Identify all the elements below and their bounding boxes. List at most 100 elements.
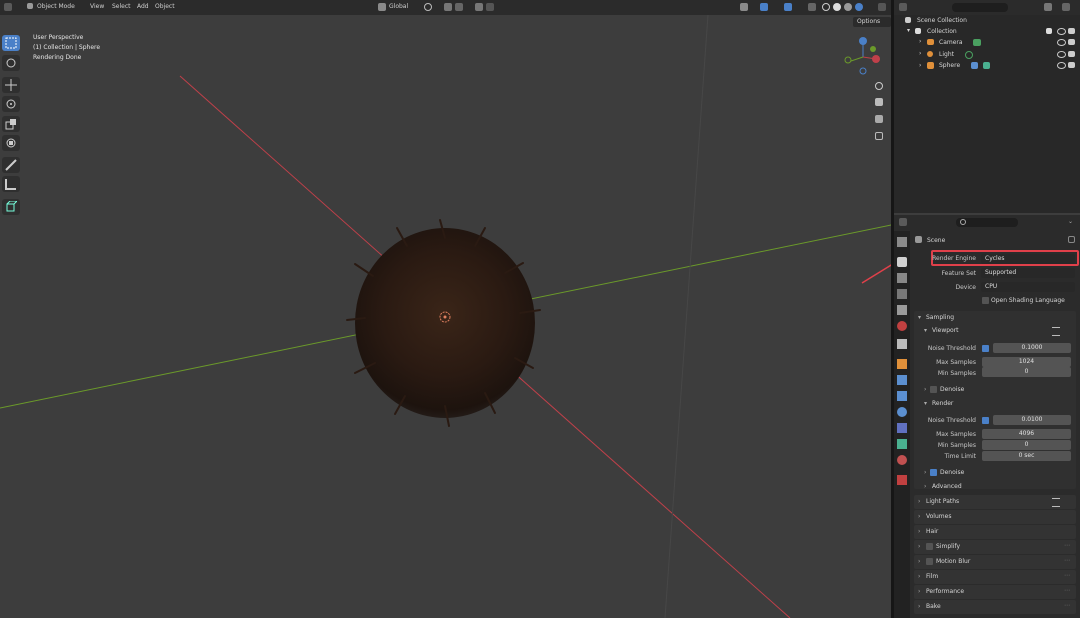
presets-list-icon[interactable]: [1052, 498, 1060, 507]
render-max-samples-field[interactable]: 4096: [982, 429, 1071, 439]
gizmo-toggle-icon[interactable]: [760, 3, 768, 11]
modifiers-tab-icon[interactable]: [897, 375, 907, 385]
zoom-icon[interactable]: [875, 82, 883, 90]
filter-icon[interactable]: [1044, 3, 1052, 11]
volumes-panel[interactable]: › Volumes: [914, 510, 1076, 524]
outliner-item-light[interactable]: Light: [939, 51, 954, 58]
performance-panel[interactable]: › Performance ⋯: [914, 585, 1076, 599]
expand-arrow[interactable]: ▾: [907, 27, 910, 34]
render-expand-arrow[interactable]: ▾: [924, 400, 927, 407]
overlay-toggle-icon[interactable]: [784, 3, 792, 11]
particle-system-icon[interactable]: [971, 62, 978, 69]
device-dropdown[interactable]: CPU: [981, 282, 1075, 292]
material-tab-icon[interactable]: [897, 455, 907, 465]
viewport-noise-threshold-field[interactable]: 0.1000: [993, 343, 1071, 353]
shading-wireframe-icon[interactable]: [822, 3, 830, 11]
texture-tab-icon[interactable]: [897, 475, 907, 485]
transform-orientation-dropdown[interactable]: Global: [389, 3, 408, 10]
outliner-scene-collection[interactable]: Scene Collection: [917, 17, 967, 24]
render-noise-threshold-field[interactable]: 0.0100: [993, 415, 1071, 425]
viewport-noise-threshold-checkbox[interactable]: [982, 345, 989, 352]
osl-checkbox[interactable]: [982, 297, 989, 304]
viewport-max-samples-field[interactable]: 1024: [982, 357, 1071, 367]
exclude-checkbox-icon[interactable]: [1046, 28, 1052, 34]
simplify-panel[interactable]: › Simplify ⋯: [914, 540, 1076, 554]
advanced-expand-arrow[interactable]: ›: [924, 483, 926, 490]
render-camera-icon[interactable]: [1068, 39, 1075, 45]
drag-handle-icon[interactable]: ⋯: [1064, 587, 1070, 594]
light-data-icon[interactable]: [965, 51, 973, 59]
viewport-denoise-expand-arrow[interactable]: ›: [924, 386, 926, 393]
pan-hand-icon[interactable]: [875, 98, 883, 106]
viewport-expand-arrow[interactable]: ▾: [924, 327, 927, 334]
feature-set-dropdown[interactable]: Supported: [981, 268, 1075, 278]
drag-handle-icon[interactable]: ⋯: [1064, 542, 1070, 549]
render-tab-icon[interactable]: [897, 257, 907, 267]
constraints-tab-icon[interactable]: [897, 423, 907, 433]
bake-panel[interactable]: › Bake ⋯: [914, 600, 1076, 614]
3d-viewport[interactable]: User Perspective (1) Collection | Sphere…: [0, 15, 891, 618]
render-camera-icon[interactable]: [1068, 62, 1075, 68]
menu-add[interactable]: Add: [137, 3, 149, 10]
menu-object[interactable]: Object: [155, 3, 175, 10]
scale-tool[interactable]: [2, 116, 20, 132]
outliner-editor-icon[interactable]: [899, 3, 907, 11]
scene-tab-icon[interactable]: [897, 305, 907, 315]
view-layer-tab-icon[interactable]: [897, 289, 907, 299]
shading-rendered-icon[interactable]: [855, 3, 863, 11]
navigation-gizmo[interactable]: [843, 37, 883, 77]
film-panel[interactable]: › Film ⋯: [914, 570, 1076, 584]
camera-data-icon[interactable]: [973, 39, 981, 46]
menu-select[interactable]: Select: [112, 3, 131, 10]
viewport-denoise-label[interactable]: Denoise: [940, 386, 964, 393]
particles-tab-icon[interactable]: [897, 391, 907, 401]
collection-tab-icon[interactable]: [897, 339, 907, 349]
new-collection-icon[interactable]: [1062, 3, 1070, 11]
camera-view-icon[interactable]: [875, 115, 883, 123]
render-denoise-expand-arrow[interactable]: ›: [924, 469, 926, 476]
proportional-edit-icon[interactable]: [475, 3, 483, 11]
shading-solid-icon[interactable]: [833, 3, 841, 11]
eye-icon[interactable]: [1057, 62, 1066, 69]
eye-icon[interactable]: [1057, 39, 1066, 46]
outliner-item-sphere[interactable]: Sphere: [939, 62, 960, 69]
outliner-item-collection[interactable]: Collection: [927, 28, 957, 35]
world-tab-icon[interactable]: [897, 321, 907, 331]
visibility-icon[interactable]: [740, 3, 748, 11]
shading-material-icon[interactable]: [844, 3, 852, 11]
render-denoise-label[interactable]: Denoise: [940, 469, 964, 476]
drag-handle-icon[interactable]: ⋯: [1064, 557, 1070, 564]
viewport-subpanel-header[interactable]: Viewport: [932, 327, 959, 334]
move-tool[interactable]: [2, 77, 20, 93]
motion-blur-panel[interactable]: › Motion Blur ⋯: [914, 555, 1076, 569]
rotate-tool[interactable]: [2, 96, 20, 112]
xray-icon[interactable]: [808, 3, 816, 11]
chevron-down-icon[interactable]: ⌄: [1068, 218, 1073, 225]
hair-panel[interactable]: › Hair: [914, 525, 1076, 539]
object-tab-icon[interactable]: [897, 359, 907, 369]
render-camera-icon[interactable]: [1068, 51, 1075, 57]
render-camera-icon[interactable]: [1068, 28, 1075, 34]
render-noise-threshold-checkbox[interactable]: [982, 417, 989, 424]
snap-target-icon[interactable]: [455, 3, 463, 11]
tool-tab-icon[interactable]: [897, 237, 907, 247]
expand-arrow[interactable]: ›: [919, 62, 921, 69]
render-denoise-checkbox[interactable]: [930, 469, 937, 476]
presets-list-icon[interactable]: [1052, 327, 1060, 336]
sampling-expand-arrow[interactable]: ▾: [918, 314, 921, 321]
properties-editor-icon[interactable]: [899, 218, 907, 226]
snap-icon[interactable]: [444, 3, 452, 11]
light-paths-panel[interactable]: › Light Paths: [914, 495, 1076, 509]
mesh-data-icon[interactable]: [983, 62, 990, 69]
time-limit-field[interactable]: 0 sec: [982, 451, 1071, 461]
transform-tool[interactable]: [2, 135, 20, 151]
annotate-tool[interactable]: [2, 157, 20, 173]
falloff-icon[interactable]: [486, 3, 494, 11]
menu-view[interactable]: View: [90, 3, 104, 10]
editor-type-icon[interactable]: [4, 3, 12, 11]
object-mode-dropdown[interactable]: Object Mode: [37, 3, 75, 10]
drag-handle-icon[interactable]: ⋯: [1064, 602, 1070, 609]
pause-render-icon[interactable]: [878, 3, 886, 11]
viewport-denoise-checkbox[interactable]: [930, 386, 937, 393]
expand-arrow[interactable]: ›: [919, 50, 921, 57]
